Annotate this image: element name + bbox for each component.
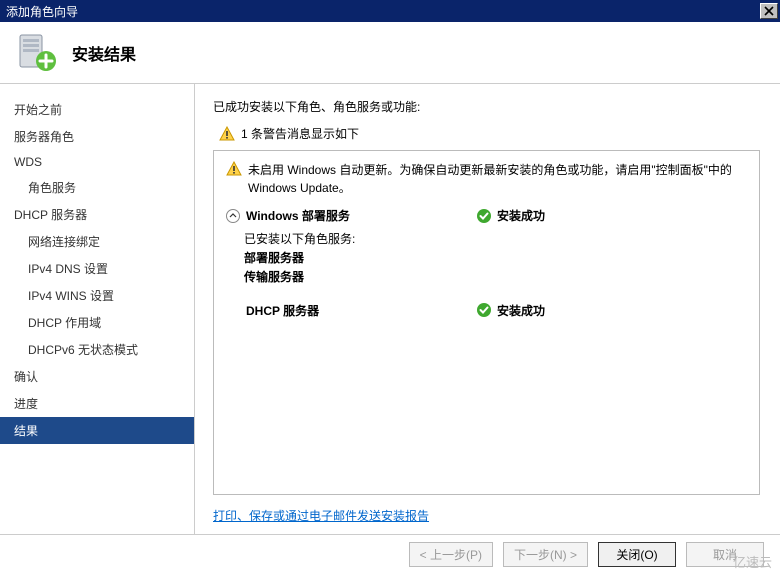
sidebar-item[interactable]: 角色服务 bbox=[0, 174, 194, 201]
sidebar-item[interactable]: DHCP 服务器 bbox=[0, 201, 194, 228]
chevron-up-icon bbox=[229, 212, 237, 220]
update-warning-text: 未启用 Windows 自动更新。为确保自动更新最新安装的角色或功能，请启用"控… bbox=[248, 161, 747, 197]
wizard-header: 安装结果 bbox=[0, 22, 780, 84]
next-button[interactable]: 下一步(N) > bbox=[503, 542, 588, 567]
role-name: Windows 部署服务 bbox=[246, 207, 350, 224]
close-icon bbox=[764, 6, 774, 16]
wizard-sidebar: 开始之前服务器角色WDS角色服务DHCP 服务器网络连接绑定IPv4 DNS 设… bbox=[0, 84, 195, 534]
previous-button[interactable]: < 上一步(P) bbox=[409, 542, 493, 567]
report-link[interactable]: 打印、保存或通过电子邮件发送安装报告 bbox=[213, 509, 429, 523]
report-link-row: 打印、保存或通过电子邮件发送安装报告 bbox=[213, 507, 760, 524]
titlebar: 添加角色向导 bbox=[0, 0, 780, 22]
sidebar-item[interactable]: WDS bbox=[0, 150, 194, 174]
sub-item: 传输服务器 bbox=[244, 268, 747, 287]
server-role-icon bbox=[14, 31, 58, 75]
sidebar-item[interactable]: 确认 bbox=[0, 363, 194, 390]
role-row-dhcp: DHCP 服务器 安装成功 bbox=[226, 302, 747, 319]
sidebar-item[interactable]: DHCP 作用域 bbox=[0, 309, 194, 336]
watermark: 亿速云 bbox=[733, 552, 772, 571]
sidebar-item[interactable]: 网络连接绑定 bbox=[0, 228, 194, 255]
warning-icon bbox=[219, 126, 235, 142]
success-icon bbox=[476, 208, 492, 224]
sidebar-item[interactable]: 开始之前 bbox=[0, 96, 194, 123]
role-row-wds: Windows 部署服务 安装成功 bbox=[226, 207, 747, 224]
window-title: 添加角色向导 bbox=[6, 3, 78, 20]
page-title: 安装结果 bbox=[72, 41, 136, 65]
summary-text: 已成功安装以下角色、角色服务或功能: bbox=[213, 98, 760, 115]
wizard-footer: < 上一步(P) 下一步(N) > 关闭(O) 取消 bbox=[0, 534, 780, 574]
sub-item: 部署服务器 bbox=[244, 249, 747, 268]
collapse-toggle[interactable] bbox=[226, 209, 240, 223]
wizard-body: 开始之前服务器角色WDS角色服务DHCP 服务器网络连接绑定IPv4 DNS 设… bbox=[0, 84, 780, 534]
sidebar-item[interactable]: 结果 bbox=[0, 417, 194, 444]
success-icon bbox=[476, 302, 492, 318]
sidebar-item[interactable]: 进度 bbox=[0, 390, 194, 417]
role-status: 安装成功 bbox=[497, 207, 545, 224]
warning-count-text: 1 条警告消息显示如下 bbox=[241, 125, 359, 142]
sidebar-item[interactable]: DHCPv6 无状态模式 bbox=[0, 336, 194, 363]
window-close-button[interactable] bbox=[760, 3, 778, 19]
sidebar-item[interactable]: 服务器角色 bbox=[0, 123, 194, 150]
content-pane: 已成功安装以下角色、角色服务或功能: 1 条警告消息显示如下 未启用 Windo… bbox=[195, 84, 780, 534]
sub-label: 已安装以下角色服务: bbox=[244, 230, 747, 249]
sidebar-item[interactable]: IPv4 WINS 设置 bbox=[0, 282, 194, 309]
role-sub-wds: 已安装以下角色服务: 部署服务器 传输服务器 bbox=[244, 230, 747, 288]
role-name: DHCP 服务器 bbox=[246, 302, 319, 319]
close-button[interactable]: 关闭(O) bbox=[598, 542, 676, 567]
update-warning-row: 未启用 Windows 自动更新。为确保自动更新最新安装的角色或功能，请启用"控… bbox=[226, 161, 747, 197]
warning-icon bbox=[226, 161, 242, 177]
sidebar-item[interactable]: IPv4 DNS 设置 bbox=[0, 255, 194, 282]
results-panel: 未启用 Windows 自动更新。为确保自动更新最新安装的角色或功能，请启用"控… bbox=[213, 150, 760, 495]
warning-summary-line: 1 条警告消息显示如下 bbox=[213, 125, 760, 142]
role-status: 安装成功 bbox=[497, 302, 545, 319]
